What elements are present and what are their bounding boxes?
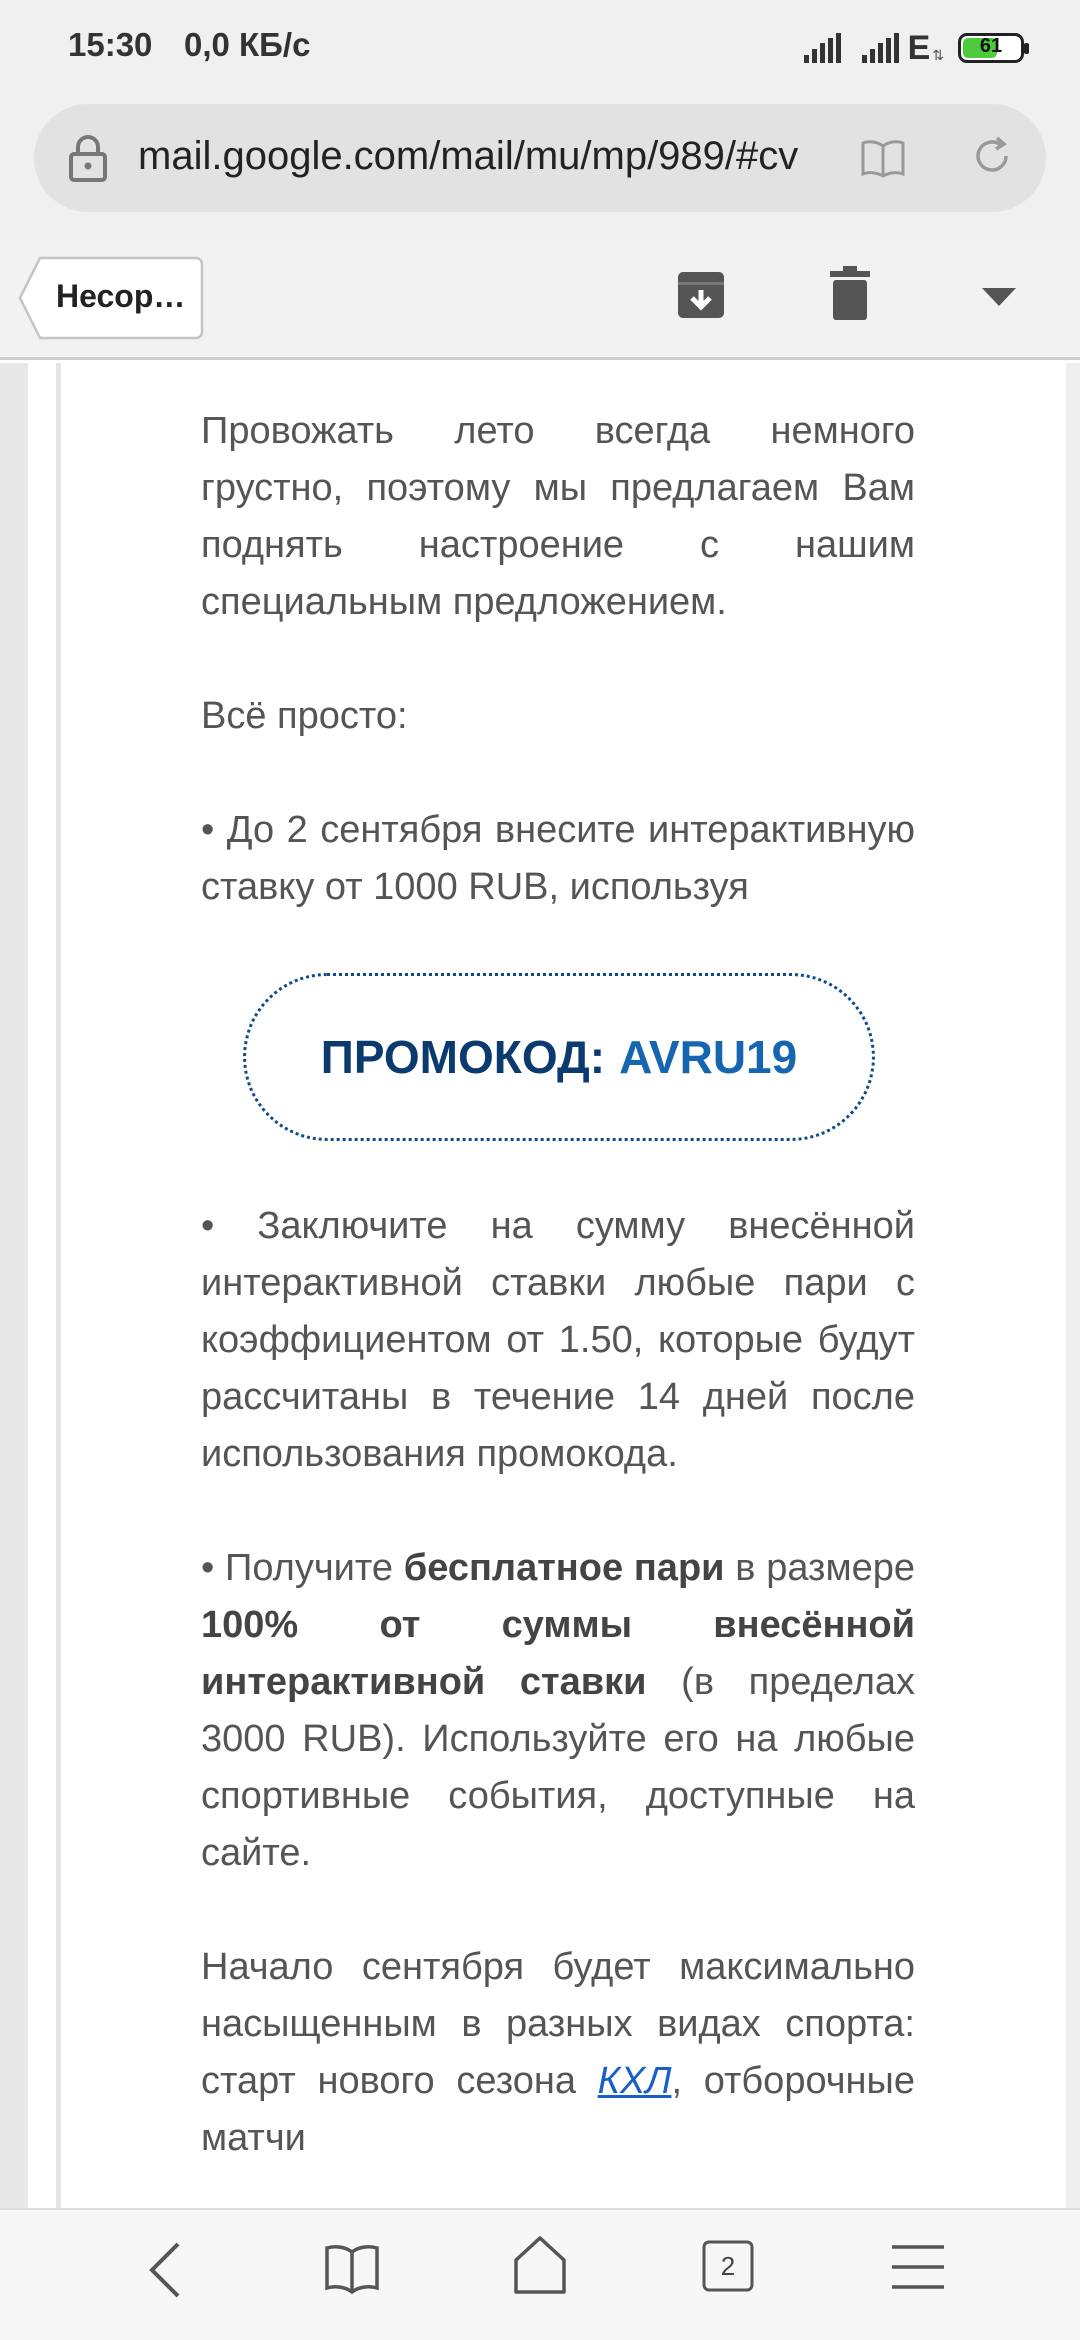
- email-content: Провожать лето всегда немного грустно, п…: [0, 363, 1080, 2208]
- khl-link[interactable]: КХЛ: [598, 2060, 672, 2102]
- signal-icon: [803, 33, 841, 63]
- battery-icon: 61: [958, 33, 1029, 63]
- home-icon[interactable]: [512, 2234, 568, 2296]
- menu-icon[interactable]: [892, 2244, 944, 2290]
- reader-mode-icon[interactable]: [860, 138, 906, 178]
- mail-toolbar: Несор…: [0, 240, 1080, 360]
- network-type: E: [907, 28, 931, 67]
- free-bet-text-2: в размере: [724, 1547, 916, 1589]
- lock-icon[interactable]: [68, 134, 108, 182]
- promo-code-box: ПРОМОКОД: AVRU19: [243, 973, 875, 1141]
- reload-icon[interactable]: [970, 134, 1014, 178]
- signal-icon-2: [861, 33, 899, 63]
- bookmarks-icon[interactable]: [324, 2240, 380, 2296]
- browser-address-area: mail.google.com/mail/mu/mp/989/#cv: [0, 96, 1080, 240]
- email-paragraph-simple: Всё просто:: [201, 695, 408, 737]
- back-icon[interactable]: [146, 2240, 186, 2300]
- browser-bottom-nav: 2: [0, 2208, 1080, 2340]
- status-time: 15:30: [68, 26, 153, 63]
- email-bullet-bets: • Заключите на сумму внесённой интеракти…: [201, 1205, 915, 1475]
- free-bet-text-1: • Получите: [201, 1547, 404, 1589]
- tabs-button[interactable]: 2: [702, 2240, 754, 2292]
- email-bullet-deposit: • До 2 сентября внесите интерактивную ст…: [201, 809, 915, 908]
- battery-level: 61: [979, 35, 1003, 57]
- free-bet-bold-1: бесплатное пари: [403, 1547, 725, 1589]
- email-bullet-free-bet: • Получите бесплатное пари в размере 100…: [201, 1540, 915, 1882]
- address-bar[interactable]: mail.google.com/mail/mu/mp/989/#cv: [34, 104, 1046, 212]
- back-button-label[interactable]: Несор…: [56, 278, 185, 315]
- status-bar: 15:30 0,0 КБ/с E ⇅ 61: [0, 0, 1080, 96]
- data-arrows-icon: ⇅: [932, 47, 944, 63]
- promo-code: AVRU19: [619, 1030, 798, 1083]
- trash-icon[interactable]: [830, 266, 870, 320]
- status-network-speed: 0,0 КБ/с: [184, 26, 311, 63]
- back-to-folder-button[interactable]: Несор…: [18, 256, 204, 340]
- dropdown-icon[interactable]: [982, 288, 1016, 306]
- status-indicators: E ⇅ 61: [786, 28, 1029, 68]
- archive-icon[interactable]: [676, 270, 726, 320]
- content-border-line: [56, 363, 61, 2208]
- promo-label: ПРОМОКОД:: [320, 1030, 606, 1083]
- right-gutter: [1066, 363, 1080, 2208]
- email-paragraph-september: Начало сентября будет максимально насыще…: [201, 1939, 915, 2167]
- left-gutter: [0, 363, 28, 2208]
- tabs-count: 2: [720, 2251, 736, 2281]
- email-paragraph-intro: Провожать лето всегда немного грустно, п…: [201, 410, 915, 623]
- email-body: Провожать лето всегда немного грустно, п…: [201, 403, 915, 2208]
- url-text[interactable]: mail.google.com/mail/mu/mp/989/#cv: [138, 134, 838, 179]
